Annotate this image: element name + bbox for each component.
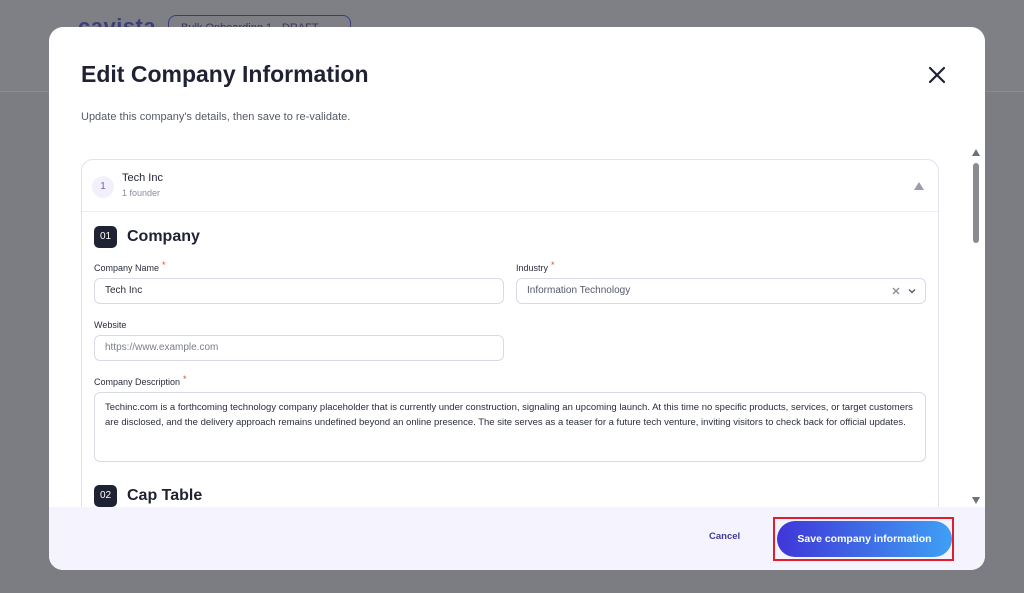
company-card-header[interactable]: 1 Tech Inc 1 founder bbox=[82, 160, 938, 212]
website-input[interactable]: https://www.example.com bbox=[94, 335, 504, 361]
scroll-down-icon[interactable] bbox=[972, 497, 980, 504]
clear-icon[interactable] bbox=[891, 286, 901, 296]
required-mark: * bbox=[183, 374, 187, 384]
company-description-textarea[interactable]: Techinc.com is a forthcoming technology … bbox=[94, 392, 926, 462]
company-name-label: Company Name * bbox=[94, 260, 166, 273]
industry-select[interactable]: Information Technology bbox=[516, 278, 926, 304]
industry-selected-value: Information Technology bbox=[527, 285, 631, 296]
section-title-company: Company bbox=[127, 228, 200, 245]
section-number-badge: 02 bbox=[94, 485, 117, 507]
modal-title: Edit Company Information bbox=[81, 61, 369, 87]
required-mark: * bbox=[162, 260, 166, 270]
save-company-information-button[interactable]: Save company information bbox=[777, 521, 952, 557]
scrollbar-thumb[interactable] bbox=[973, 163, 979, 243]
company-description-label: Company Description * bbox=[94, 374, 187, 387]
required-mark: * bbox=[551, 260, 555, 270]
close-button[interactable] bbox=[923, 61, 951, 89]
modal-scrollbar[interactable] bbox=[971, 149, 981, 509]
modal-footer: Cancel Save company information bbox=[49, 507, 985, 570]
cancel-button[interactable]: Cancel bbox=[709, 531, 740, 542]
industry-label: Industry * bbox=[516, 260, 555, 273]
company-card-name: Tech Inc bbox=[122, 172, 163, 184]
scroll-up-icon[interactable] bbox=[972, 149, 980, 156]
website-label: Website bbox=[94, 320, 127, 330]
chevron-down-icon[interactable] bbox=[907, 286, 917, 296]
founder-count: 1 founder bbox=[122, 188, 161, 198]
company-index-badge: 1 bbox=[92, 176, 114, 198]
company-card: 1 Tech Inc 1 founder 01 Company Company … bbox=[81, 159, 939, 507]
modal-scroll-area[interactable]: 1 Tech Inc 1 founder 01 Company Company … bbox=[81, 159, 939, 507]
edit-company-modal: Edit Company Information Update this com… bbox=[49, 27, 985, 570]
collapse-triangle-icon[interactable] bbox=[914, 182, 924, 190]
company-name-input[interactable]: Tech Inc bbox=[94, 278, 504, 304]
modal-subtitle: Update this company's details, then save… bbox=[81, 111, 351, 123]
section-title-cap-table: Cap Table bbox=[127, 487, 203, 504]
close-icon bbox=[928, 66, 946, 84]
section-number-badge: 01 bbox=[94, 226, 117, 248]
